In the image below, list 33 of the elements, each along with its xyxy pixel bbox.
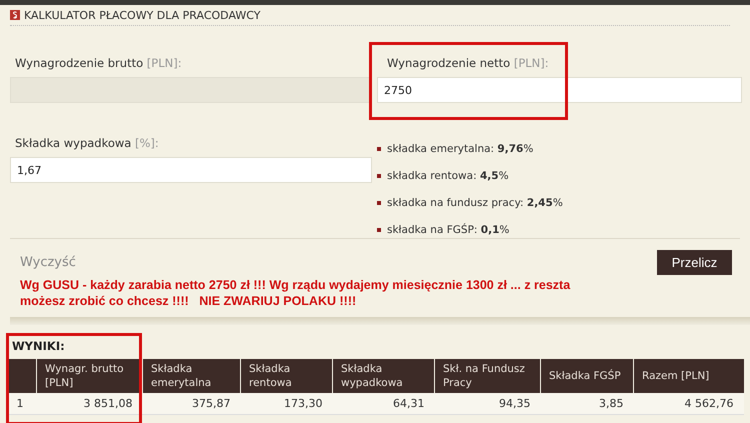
table-cell: 375,87 [142, 393, 240, 414]
bullet-icon [377, 146, 381, 150]
rate-text: składka rentowa: 4,5% [387, 170, 509, 182]
results-title: WYNIKI: [12, 339, 66, 353]
column-header [8, 359, 36, 393]
field-label: Wynagrodzenie netto [PLN]: [387, 56, 550, 70]
table-cell: 94,35 [434, 393, 540, 414]
table-cell: 1 [8, 393, 36, 414]
rate-text: składka emerytalna: 9,76% [387, 142, 534, 154]
column-header: Razem [PLN] [634, 359, 744, 393]
bullet-icon [377, 228, 381, 232]
field-label: Składka wypadkowa [%]: [15, 136, 160, 150]
accident-rate-field[interactable]: 1,67 [10, 157, 372, 183]
table-cell: 4 562,76 [634, 393, 744, 414]
net-salary-field[interactable]: 2750 [377, 77, 742, 103]
message-text: Wg GUSU - każdy zarabia netto 2750 zł !!! Wg rządu wydajemy miesięcznie 1300 zł ... z reszta możesz zrobić co chcesz !!!! NIE ZWARIUJ POLAKU !!!! [20, 277, 572, 309]
section-icon [10, 10, 20, 20]
column-header: Składka FGŚP [540, 359, 634, 393]
table-cell: 3,85 [540, 393, 634, 414]
bullet-icon [377, 174, 381, 178]
bullet-icon [377, 200, 381, 204]
table-cell: 173,30 [240, 393, 332, 414]
calculate-button[interactable]: Przelicz [657, 250, 732, 275]
column-header: Skł. na Fundusz Pracy [434, 359, 540, 393]
table-cell: 64,31 [332, 393, 434, 414]
column-header: Składka rentowa [240, 359, 332, 393]
column-header: Składka wypadkowa [332, 359, 434, 393]
calculator-title: KALKULATOR PŁACOWY DLA PRACODAWCY [24, 8, 260, 22]
rate-text: składka na fundusz pracy: 2,45% [387, 196, 563, 208]
table-cell: 3 851,08 [36, 393, 142, 414]
rate-text: składka na FGŚP: 0,1% [387, 224, 510, 236]
column-header: Składka emerytalna [142, 359, 240, 393]
field-label: Wynagrodzenie brutto [PLN]: [15, 56, 183, 70]
